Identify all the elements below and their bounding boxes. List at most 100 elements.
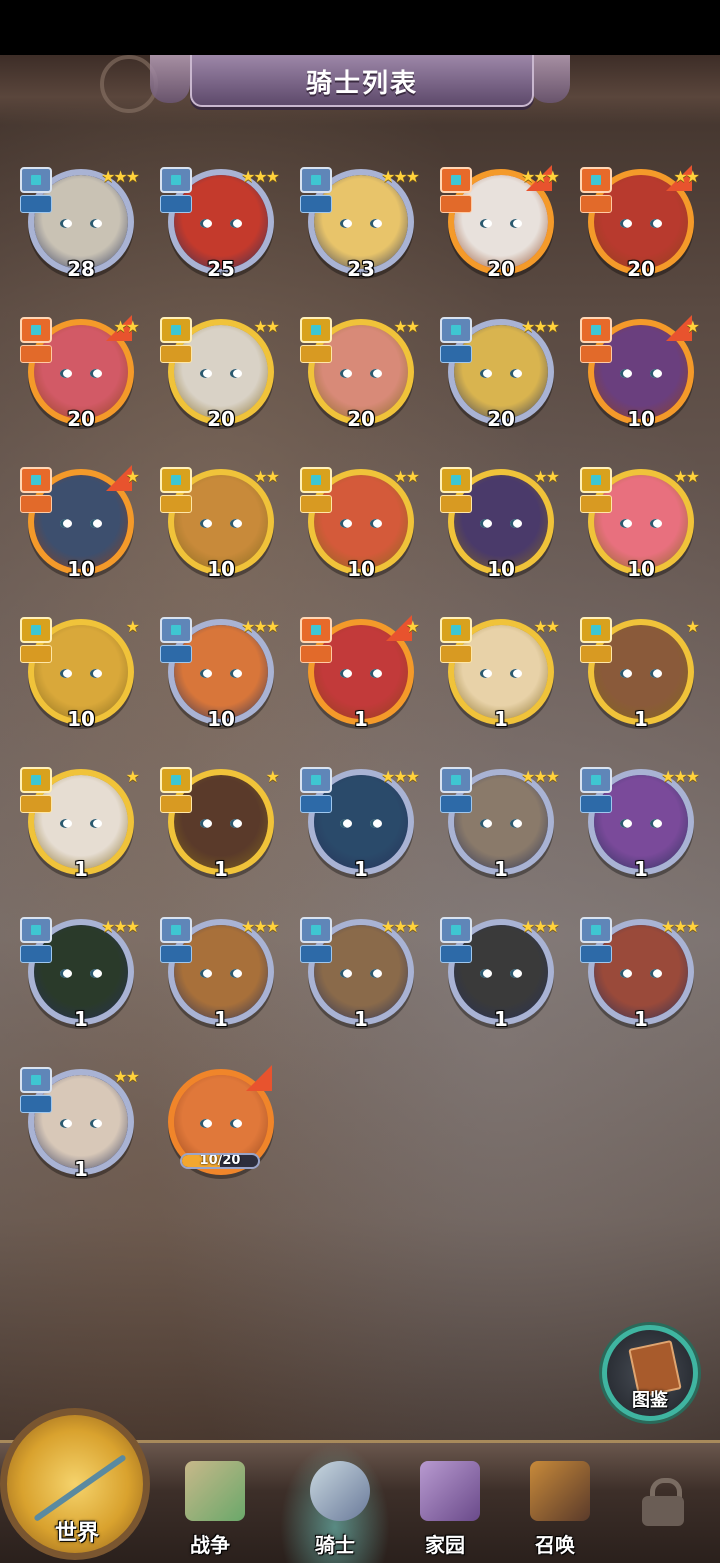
shard-progress-text: 10/20 (199, 1153, 241, 1168)
nav-war[interactable]: 战争 (155, 1443, 265, 1563)
knight-card[interactable]: ★ 1 (20, 765, 140, 895)
knight-eyes (480, 669, 522, 679)
knight-card[interactable]: ★ 10 (20, 465, 140, 595)
role-badge-icon (440, 945, 472, 963)
knight-eyes (60, 819, 102, 829)
knight-card[interactable]: ★★ 20 (160, 315, 280, 445)
knight-card[interactable]: ★★ 20 (580, 165, 700, 295)
class-badge-icon (300, 767, 332, 793)
star-rating: ★★★ (100, 917, 140, 936)
knight-eyes (340, 669, 382, 679)
knight-level: 28 (67, 257, 95, 281)
knight-eyes (340, 219, 382, 229)
star-rating: ★ (125, 617, 140, 636)
knight-card[interactable]: ★ 1 (160, 765, 280, 895)
class-badge-icon (20, 1067, 52, 1093)
nav-knight-label: 骑士 (315, 1533, 355, 1557)
knight-level: 1 (494, 1007, 508, 1031)
star-rating: ★★★ (660, 767, 700, 786)
knight-eyes (620, 969, 662, 979)
class-badge-icon (160, 617, 192, 643)
knight-card[interactable]: ★ 1 (300, 615, 420, 745)
knight-card[interactable]: ★★ 20 (20, 315, 140, 445)
knight-card[interactable]: ★ 1 (580, 615, 700, 745)
knight-eyes (480, 369, 522, 379)
nav-summon[interactable]: 召唤 (500, 1443, 610, 1563)
knight-card[interactable]: ★★★ 1 (300, 915, 420, 1045)
compendium-button[interactable]: 图鉴 (602, 1325, 698, 1421)
star-rating: ★★★ (380, 917, 420, 936)
role-badge-icon (440, 795, 472, 813)
role-badge-icon (580, 195, 612, 213)
class-badge-icon (300, 617, 332, 643)
role-badge-icon (20, 195, 52, 213)
knight-card[interactable]: ★★ 10 (160, 465, 280, 595)
role-badge-icon (160, 345, 192, 363)
class-badge-icon (300, 917, 332, 943)
role-badge-icon (20, 645, 52, 663)
knight-level: 1 (634, 1007, 648, 1031)
star-rating: ★★ (113, 1067, 140, 1086)
knight-card[interactable]: ★★★ 1 (440, 915, 560, 1045)
role-badge-icon (440, 645, 472, 663)
nav-home[interactable]: 家园 (390, 1443, 500, 1563)
knight-card[interactable]: ★★★ 1 (440, 765, 560, 895)
knight-eyes (60, 969, 102, 979)
knight-level: 1 (214, 1007, 228, 1031)
knight-card[interactable]: ★★ 1 (20, 1065, 140, 1195)
knight-card[interactable]: ★★★ 1 (300, 765, 420, 895)
nav-knight[interactable]: 骑士 (280, 1443, 390, 1563)
knight-card[interactable]: ★★ 1 (440, 615, 560, 745)
class-badge-icon (160, 167, 192, 193)
knight-card[interactable]: ★★ 10 (580, 465, 700, 595)
train-icon (530, 1461, 590, 1521)
role-badge-icon (20, 795, 52, 813)
role-badge-icon (300, 795, 332, 813)
knight-level: 20 (207, 407, 235, 431)
knight-level: 10 (627, 407, 655, 431)
shard-knight-card[interactable]: 10/20 (160, 1065, 280, 1195)
class-badge-icon (160, 917, 192, 943)
knight-card[interactable]: ★★ 10 (440, 465, 560, 595)
knight-card[interactable]: ★★★ 28 (20, 165, 140, 295)
knight-card[interactable]: ★★ 20 (300, 315, 420, 445)
star-rating: ★★ (393, 467, 420, 486)
nav-world[interactable]: 世界 (0, 1408, 150, 1560)
knight-grid: ★★★ 28 ★★★ 25 ★★★ 23 ★★★ 20 ★★ 20 ★★ 20 ★★ 20 ★★ 20 ★★★ 2… (20, 165, 710, 1205)
knight-eyes (620, 669, 662, 679)
knight-eyes (340, 519, 382, 529)
knight-card[interactable]: ★★★ 1 (580, 915, 700, 1045)
knight-card[interactable]: ★★★ 1 (580, 765, 700, 895)
knight-card[interactable]: ★★★ 20 (440, 315, 560, 445)
role-badge-icon (580, 645, 612, 663)
knight-card[interactable]: ★★★ 1 (20, 915, 140, 1045)
star-rating: ★★★ (520, 167, 560, 186)
star-rating: ★ (685, 617, 700, 636)
knight-card[interactable]: ★★ 10 (300, 465, 420, 595)
knight-level: 10 (207, 557, 235, 581)
class-badge-icon (580, 467, 612, 493)
knight-eyes (60, 1119, 102, 1129)
class-badge-icon (20, 317, 52, 343)
knight-card[interactable]: ★★★ 1 (160, 915, 280, 1045)
lock-icon[interactable] (640, 1478, 686, 1526)
star-rating: ★ (685, 317, 700, 336)
knight-card[interactable]: ★ 10 (580, 315, 700, 445)
knight-card[interactable]: ★★★ 10 (160, 615, 280, 745)
knight-eyes (480, 819, 522, 829)
role-badge-icon (300, 495, 332, 513)
nav-world-label: 世界 (54, 1521, 99, 1546)
role-badge-icon (440, 345, 472, 363)
class-badge-icon (580, 917, 612, 943)
knight-eyes (620, 819, 662, 829)
star-rating: ★★ (253, 467, 280, 486)
star-rating: ★ (125, 467, 140, 486)
knight-card[interactable]: ★ 10 (20, 615, 140, 745)
knight-card[interactable]: ★★★ 23 (300, 165, 420, 295)
role-badge-icon (20, 945, 52, 963)
knight-level: 20 (487, 407, 515, 431)
knight-card[interactable]: ★★★ 20 (440, 165, 560, 295)
knight-level: 1 (74, 1157, 88, 1181)
role-badge-icon (160, 795, 192, 813)
knight-card[interactable]: ★★★ 25 (160, 165, 280, 295)
